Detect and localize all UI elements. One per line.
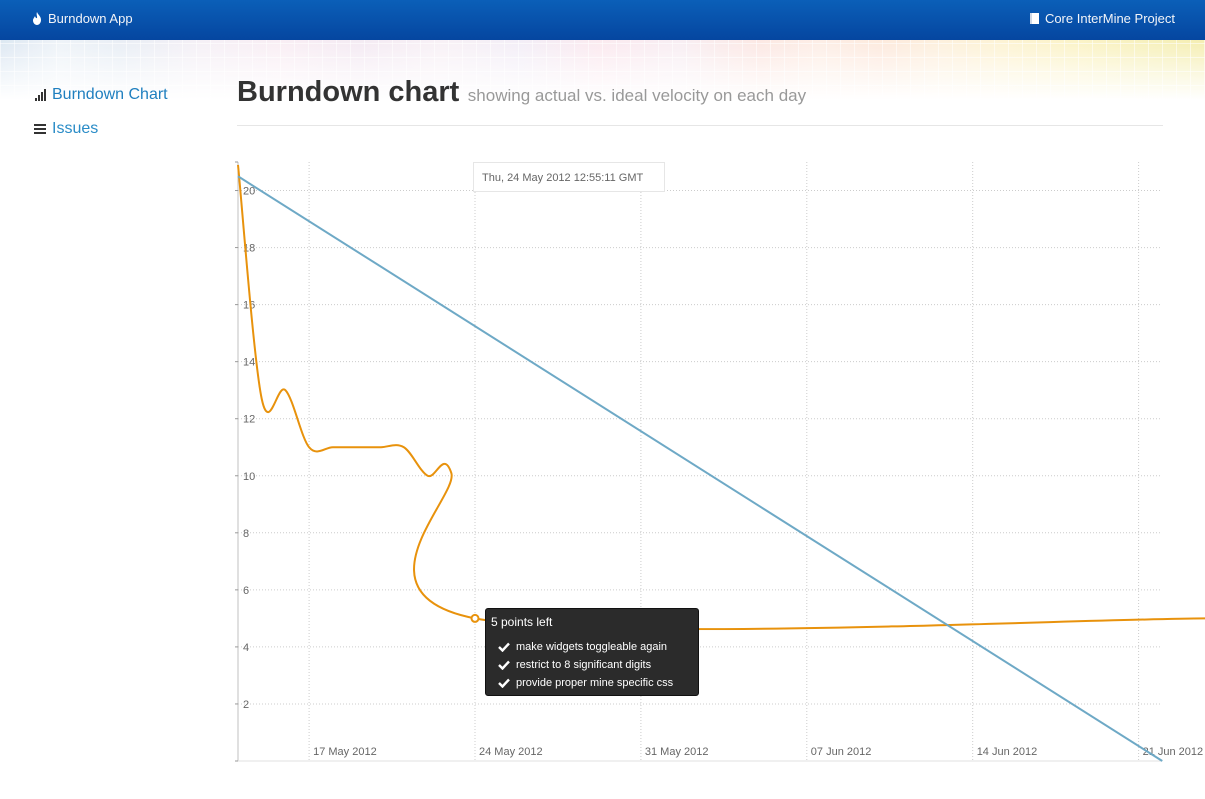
bar-chart-icon bbox=[35, 89, 46, 101]
tooltip-item-label: provide proper mine specific css bbox=[516, 677, 674, 689]
list-icon bbox=[34, 124, 46, 134]
tooltip-item: provide proper mine specific css bbox=[491, 674, 693, 692]
sidebar-nav: Burndown Chart Issues bbox=[34, 86, 168, 154]
tooltip-item: restrict to 8 significant digits bbox=[491, 656, 693, 674]
brand-label: Burndown App bbox=[48, 11, 133, 26]
tooltip-title: 5 points left bbox=[491, 615, 553, 629]
sidebar-item-label: Issues bbox=[52, 120, 99, 137]
x-tick-label: 21 Jun 2012 bbox=[1143, 746, 1204, 758]
x-tick-label: 07 Jun 2012 bbox=[811, 746, 872, 758]
sidebar-item-issues[interactable]: Issues bbox=[34, 120, 168, 138]
y-tick-label: 20 bbox=[243, 186, 255, 198]
page-title: Burndown chart bbox=[237, 76, 460, 108]
project-label: Core InterMine Project bbox=[1044, 11, 1175, 26]
check-icon bbox=[498, 678, 510, 688]
y-tick-label: 10 bbox=[243, 471, 255, 483]
y-tick-label: 18 bbox=[243, 243, 255, 255]
actual-series-line bbox=[238, 165, 1205, 629]
tooltip-item-label: make widgets toggleable again bbox=[516, 641, 668, 653]
flame-icon bbox=[33, 12, 41, 25]
y-tick-label: 2 bbox=[243, 699, 249, 711]
x-tick-label: 31 May 2012 bbox=[645, 746, 709, 758]
book-icon bbox=[1029, 13, 1039, 24]
chart-tooltip: 5 points left make widgets toggleable ag… bbox=[485, 608, 699, 696]
sidebar-item-burndown-chart[interactable]: Burndown Chart bbox=[34, 86, 168, 104]
brand-link[interactable]: Burndown App bbox=[31, 11, 133, 26]
page-header: Burndown chart showing actual vs. ideal … bbox=[237, 76, 1163, 126]
y-tick-label: 6 bbox=[243, 585, 249, 597]
top-navbar: Burndown App Core InterMine Project bbox=[0, 0, 1205, 40]
y-tick-label: 14 bbox=[243, 357, 255, 369]
check-icon bbox=[498, 642, 510, 652]
y-tick-label: 12 bbox=[243, 414, 255, 426]
x-tick-label: 24 May 2012 bbox=[479, 746, 543, 758]
y-tick-label: 16 bbox=[243, 300, 255, 312]
highlight-point bbox=[470, 613, 480, 623]
y-tick-label: 4 bbox=[243, 642, 249, 654]
tooltip-item-label: restrict to 8 significant digits bbox=[516, 659, 652, 671]
x-tick-label: 14 Jun 2012 bbox=[977, 746, 1038, 758]
x-tick-label: 17 May 2012 bbox=[313, 746, 377, 758]
project-link[interactable]: Core InterMine Project bbox=[1028, 11, 1175, 26]
hover-date-label: Thu, 24 May 2012 12:55:11 GMT bbox=[473, 162, 665, 192]
check-icon bbox=[498, 660, 510, 670]
y-tick-label: 8 bbox=[243, 528, 249, 540]
tooltip-item: make widgets toggleable again bbox=[491, 638, 693, 656]
sidebar-item-label: Burndown Chart bbox=[52, 86, 168, 103]
page-subtitle: showing actual vs. ideal velocity on eac… bbox=[467, 86, 807, 105]
ideal-series-line bbox=[238, 176, 1162, 761]
